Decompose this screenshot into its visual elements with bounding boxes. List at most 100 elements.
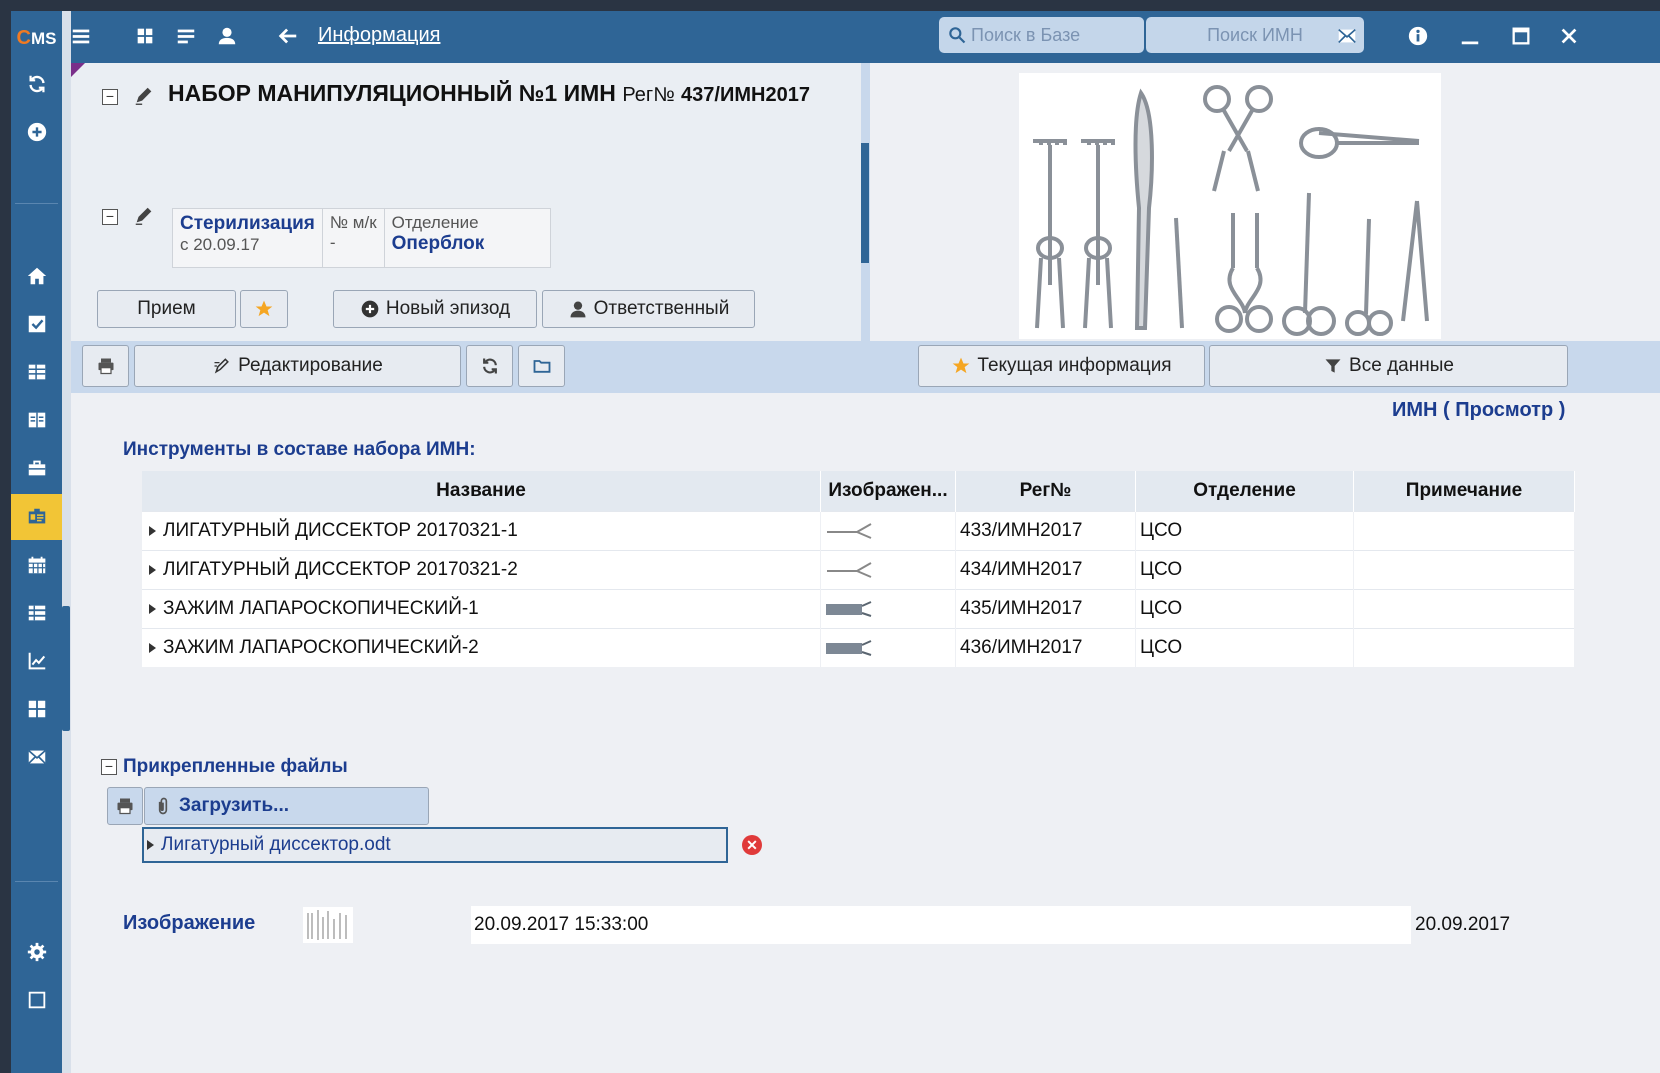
dissector-thumbnail[interactable] — [825, 559, 873, 581]
expand-arrow-icon[interactable] — [149, 642, 156, 653]
responsible-label: Ответственный — [593, 298, 730, 319]
expand-arrow-icon[interactable] — [149, 525, 156, 536]
folder-button[interactable] — [518, 345, 565, 387]
id-card-icon[interactable] — [11, 494, 62, 540]
mail-icon[interactable] — [1334, 23, 1360, 49]
upload-button[interactable]: Загрузить... — [144, 787, 429, 825]
table-row[interactable]: ЛИГАТУРНЫЙ ДИССЕКТОР 20170321-1 433/ИМН2… — [142, 511, 1575, 551]
star-icon — [255, 300, 273, 317]
home-icon[interactable] — [11, 253, 62, 299]
instruments-table: Название Изображен... Рег№ Отделение При… — [142, 471, 1575, 667]
column-header-name[interactable]: Название — [142, 471, 821, 512]
current-info-button[interactable]: Текущая информация — [918, 345, 1205, 387]
left-sidebar: CMS — [11, 11, 62, 1073]
dissector-thumbnail[interactable] — [825, 520, 873, 542]
status-infobox: Стерилизация с 20.09.17 № м/к - Отделени… — [172, 208, 551, 268]
view-mode-label: ИМН ( Просмотр ) — [1392, 399, 1566, 421]
refresh-button[interactable] — [466, 345, 513, 387]
priem-label: Прием — [137, 298, 196, 319]
instrument-image-cell — [820, 628, 956, 667]
image-row-label: Изображение — [123, 912, 256, 934]
table-row[interactable]: ЗАЖИМ ЛАПАРОСКОПИЧЕСКИЙ-1 435/ИМН2017 ЦС… — [142, 589, 1575, 629]
search-imn-input[interactable]: Поиск ИМН — [1146, 17, 1364, 53]
action-toolbar: Редактирование Текущая информация Все да… — [71, 341, 1660, 393]
instrument-name-cell: ЛИГАТУРНЫЙ ДИССЕКТОР 20170321-1 — [142, 511, 821, 551]
table-icon[interactable] — [11, 349, 62, 395]
search-icon — [949, 27, 966, 44]
instrument-image-cell — [820, 589, 956, 629]
expand-arrow-icon[interactable] — [149, 603, 156, 614]
favorite-button[interactable] — [240, 290, 288, 328]
column-header-dept[interactable]: Отделение — [1135, 471, 1354, 512]
priem-button[interactable]: Прием — [97, 290, 236, 328]
splitter-grip[interactable] — [62, 606, 70, 731]
list-lines-icon[interactable] — [11, 590, 62, 636]
collapse-toggle[interactable]: − — [101, 759, 117, 775]
instrument-note — [1353, 589, 1575, 629]
expand-arrow-icon[interactable] — [149, 564, 156, 575]
search-imn-placeholder: Поиск ИМН — [1207, 24, 1303, 45]
printer-icon — [98, 358, 113, 375]
minimize-icon[interactable] — [1457, 23, 1483, 49]
record-title-text: НАБОР МАНИПУЛЯЦИОННЫЙ №1 ИМН — [168, 80, 616, 106]
maximize-icon[interactable] — [1508, 23, 1534, 49]
status-cell: Стерилизация с 20.09.17 — [173, 209, 323, 267]
clamp-thumbnail[interactable] — [825, 637, 873, 659]
splitter-grip[interactable] — [861, 143, 869, 263]
refresh-icon — [482, 358, 497, 374]
image-thumbnail[interactable] — [303, 907, 353, 943]
search-db-input[interactable]: Поиск в Базе — [939, 17, 1144, 53]
refresh-icon[interactable] — [11, 61, 62, 107]
status-date: с 20.09.17 — [180, 235, 260, 254]
clamp-thumbnail[interactable] — [825, 598, 873, 620]
collapse-toggle[interactable]: − — [102, 209, 118, 225]
instrument-note — [1353, 550, 1575, 590]
check-square-icon[interactable] — [11, 301, 62, 347]
table-row[interactable]: ЗАЖИМ ЛАПАРОСКОПИЧЕСКИЙ-2 436/ИМН2017 ЦС… — [142, 628, 1575, 667]
edit-pencil-icon[interactable] — [132, 85, 156, 107]
calendar-icon[interactable] — [11, 542, 62, 588]
new-episode-button[interactable]: Новый эпизод — [333, 290, 537, 328]
edit-pencil-icon[interactable] — [132, 205, 156, 227]
grid-icon[interactable] — [132, 23, 158, 49]
set-image[interactable] — [1019, 73, 1441, 339]
person-icon — [570, 301, 586, 318]
mail-icon[interactable] — [11, 734, 62, 780]
column-header-reg[interactable]: Рег№ — [955, 471, 1136, 512]
instrument-reg: 433/ИМН2017 — [955, 511, 1136, 551]
briefcase-icon[interactable] — [11, 445, 62, 491]
responsible-button[interactable]: Ответственный — [542, 290, 755, 328]
chart-icon[interactable] — [11, 638, 62, 684]
header-splitter[interactable] — [861, 63, 870, 341]
settings-icon[interactable] — [11, 929, 62, 975]
breadcrumb-link[interactable]: Информация — [318, 24, 440, 47]
new-episode-label: Новый эпизод — [385, 298, 511, 319]
edit-button[interactable]: Редактирование — [134, 345, 461, 387]
book-icon[interactable] — [11, 397, 62, 443]
sidebar-splitter[interactable] — [62, 11, 71, 1073]
back-arrow-icon[interactable] — [275, 23, 301, 49]
attached-file-item[interactable]: Лигатурный диссектор.odt — [142, 827, 728, 863]
add-circle-icon[interactable] — [11, 109, 62, 155]
column-header-note[interactable]: Примечание — [1353, 471, 1575, 512]
all-data-button[interactable]: Все данные — [1209, 345, 1568, 387]
instrument-image-cell — [820, 550, 956, 590]
print-button[interactable] — [82, 345, 129, 387]
delete-file-icon[interactable]: ✕ — [742, 835, 762, 855]
image-datetime-field[interactable]: 20.09.2017 15:33:00 — [471, 906, 1411, 944]
close-icon[interactable] — [1556, 23, 1582, 49]
info-icon[interactable] — [1405, 23, 1431, 49]
list-icon[interactable] — [173, 23, 199, 49]
files-print-button[interactable] — [107, 787, 143, 825]
table-row[interactable]: ЛИГАТУРНЫЙ ДИССЕКТОР 20170321-2 434/ИМН2… — [142, 550, 1575, 590]
expand-arrow-icon[interactable] — [147, 840, 154, 850]
folder-icon — [533, 360, 550, 373]
menu-icon[interactable] — [68, 23, 94, 49]
grid-icon[interactable] — [11, 686, 62, 732]
user-icon[interactable] — [214, 23, 240, 49]
reg-label: Рег№ — [622, 84, 675, 106]
collapse-toggle[interactable]: − — [102, 89, 118, 105]
square-icon[interactable] — [11, 977, 62, 1023]
instrument-name-cell: ЗАЖИМ ЛАПАРОСКОПИЧЕСКИЙ-2 — [142, 628, 821, 667]
column-header-image[interactable]: Изображен... — [820, 471, 956, 512]
